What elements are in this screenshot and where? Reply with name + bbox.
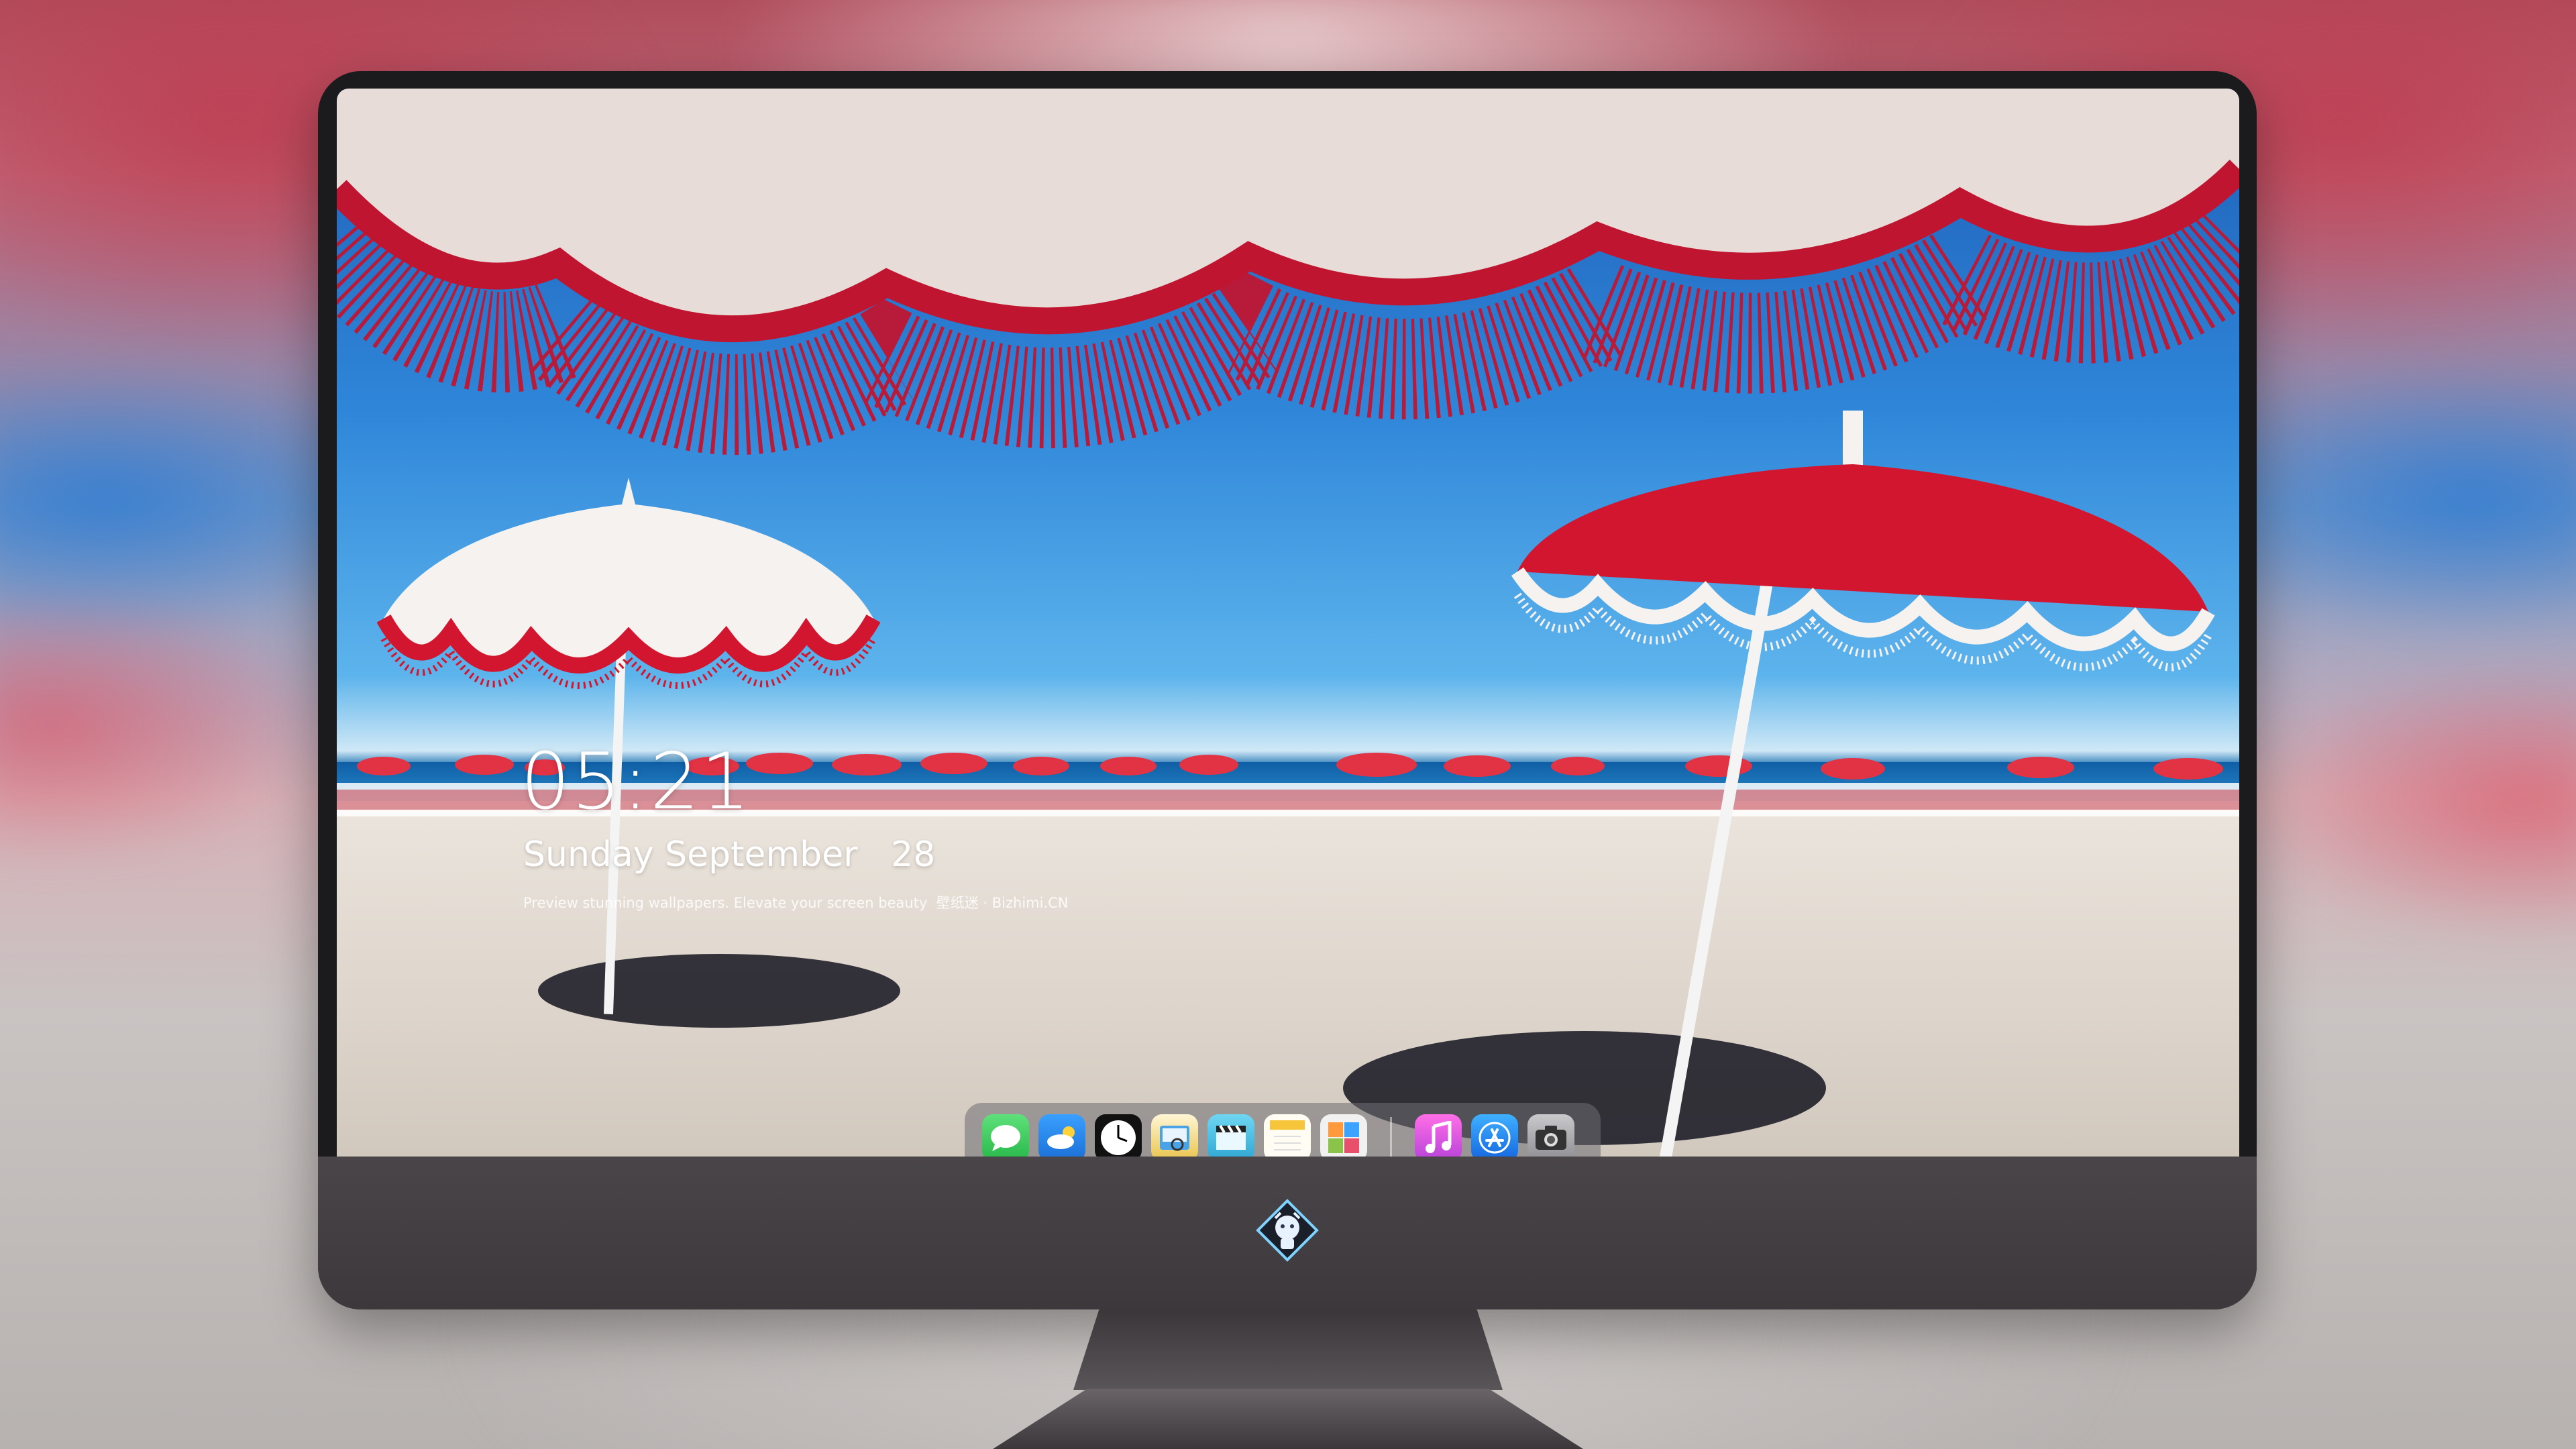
desktop-stage: 05:21 Sunday September 28 Preview stunni…: [0, 0, 2576, 1449]
camera-app-icon[interactable]: [1527, 1114, 1574, 1157]
lockscreen-tagline: Preview stunning wallpapers. Elevate you…: [523, 895, 1069, 911]
music-note-icon: [1426, 1121, 1452, 1153]
app-store-icon: [1479, 1122, 1511, 1154]
clips-app-icon[interactable]: [1208, 1114, 1254, 1157]
notes-app-icon[interactable]: [1264, 1114, 1311, 1157]
brand-logo-icon: [1256, 1199, 1319, 1262]
monitor-chin: [318, 1157, 2257, 1309]
photo-grid-icon: [1328, 1122, 1359, 1153]
clapperboard-icon: [1216, 1124, 1246, 1150]
monitor-stand-neck: [1073, 1309, 1503, 1390]
lockscreen-date: Sunday September 28: [523, 835, 936, 875]
chat-bubble-icon: [991, 1125, 1020, 1151]
white-umbrella: [377, 478, 880, 689]
dock-separator: [1390, 1117, 1392, 1157]
preview-app-icon[interactable]: [1151, 1114, 1198, 1157]
app-store-app-icon[interactable]: [1471, 1114, 1518, 1157]
weather-app-icon[interactable]: [1038, 1114, 1085, 1157]
music-app-icon[interactable]: [1415, 1114, 1462, 1157]
awning-fringe: [337, 89, 2239, 455]
lockscreen-time: 05:21: [521, 737, 752, 827]
screen: 05:21 Sunday September 28 Preview stunni…: [337, 89, 2239, 1157]
image-viewer-icon: [1160, 1126, 1189, 1151]
clock-app-icon[interactable]: [1095, 1114, 1142, 1157]
messages-app-icon[interactable]: [982, 1114, 1029, 1157]
monitor-stand-base: [993, 1389, 1583, 1449]
umbrella-shadow-left: [538, 954, 900, 1028]
dock: [965, 1103, 1601, 1157]
clock-icon: [1101, 1120, 1136, 1155]
camera-icon: [1536, 1126, 1566, 1150]
monitor: 05:21 Sunday September 28 Preview stunni…: [318, 71, 2257, 1309]
photo-grid-app-icon[interactable]: [1320, 1114, 1367, 1157]
notes-icon: [1270, 1120, 1305, 1150]
cloud-icon: [1047, 1126, 1075, 1149]
